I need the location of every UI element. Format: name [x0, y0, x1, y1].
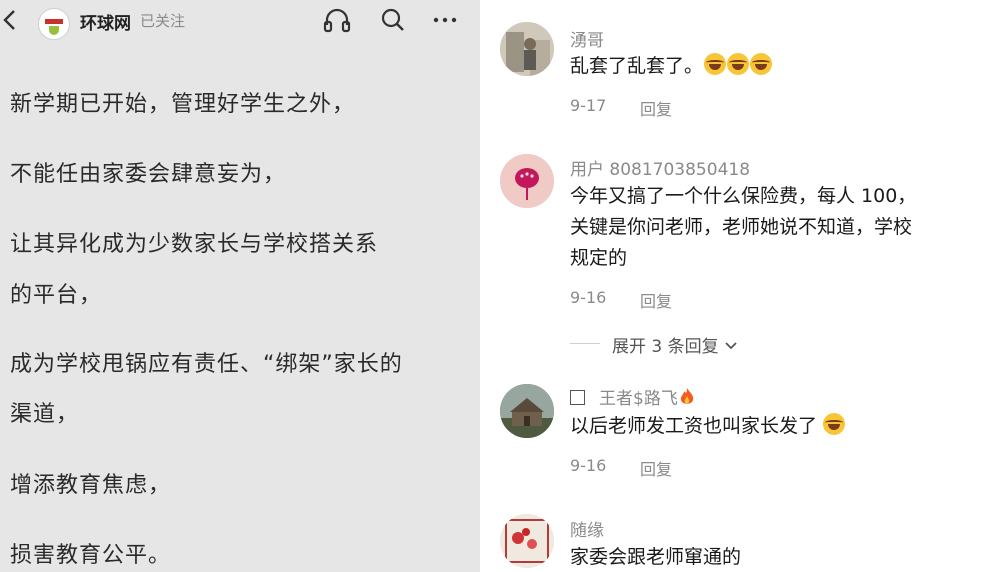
comment-text-content: 以后老师发工资也叫家长发了 — [570, 415, 818, 437]
article-paragraph-line: 增添教育焦虑， — [10, 473, 172, 498]
expand-replies-label: 展开 3 条回复 — [612, 337, 719, 357]
comment-username[interactable]: 王者$路飞 — [570, 384, 696, 409]
back-arrow-icon[interactable] — [0, 6, 22, 34]
headphones-icon[interactable] — [322, 6, 352, 34]
article-top-bar: 环球网 已关注 — [0, 0, 480, 40]
comment-username[interactable]: 用户 8081703850418 — [570, 155, 750, 180]
reply-button[interactable]: 回复 — [640, 456, 672, 480]
user-avatar[interactable] — [500, 154, 554, 208]
laughing-crying-emoji-icon — [823, 413, 846, 435]
article-paragraph-line: 的平台， — [10, 283, 103, 308]
article-panel: 环球网 已关注 新学期已开始，管理好学生之外， 不能任由家委会肆意妄为， 让其异… — [0, 0, 480, 572]
comment-text-line: 规定的 — [570, 247, 628, 269]
user-avatar[interactable] — [500, 384, 554, 438]
comment-username-text: 王者$路飞 — [599, 389, 678, 409]
article-paragraph-line: 损害教育公平。 — [10, 543, 172, 568]
reply-button[interactable]: 回复 — [640, 288, 672, 312]
chevron-down-icon — [725, 342, 737, 350]
source-name[interactable]: 环球网 — [80, 9, 131, 34]
article-paragraph-line: 成为学校甩锅应有责任、“绑架”家长的 — [10, 352, 403, 377]
search-icon[interactable] — [378, 6, 408, 34]
user-avatar[interactable] — [500, 514, 554, 568]
comment-text: 以后老师发工资也叫家长发了 — [570, 412, 846, 441]
source-logo-icon[interactable] — [38, 8, 70, 40]
comment-text-content: 乱套了乱套了。 — [570, 55, 704, 77]
article-paragraph-line: 渠道， — [10, 402, 80, 427]
comment-text: 乱套了乱套了。 — [570, 52, 773, 81]
article-paragraph-line: 让其异化成为少数家长与学校搭关系 — [10, 232, 379, 257]
comment-text: 家委会跟老师窜通的 — [570, 546, 742, 568]
laughing-crying-emoji-icon — [727, 53, 750, 75]
expand-replies-button[interactable]: 展开 3 条回复 — [612, 332, 738, 357]
laughing-crying-emoji-icon — [704, 53, 727, 75]
comments-panel: 湧哥 乱套了乱套了。 9-17 回复 用户 8081703850418 今年又搞… — [480, 0, 1000, 572]
comment-date: 9-16 — [570, 456, 607, 475]
checkbox-icon — [570, 390, 585, 405]
fire-icon — [680, 388, 693, 404]
follow-status-button[interactable]: 已关注 — [140, 10, 185, 31]
user-avatar[interactable] — [500, 22, 554, 76]
comment-date: 9-16 — [570, 288, 607, 307]
reply-button[interactable]: 回复 — [640, 96, 672, 120]
article-paragraph-line: 新学期已开始，管理好学生之外， — [10, 92, 356, 117]
article-paragraph-line: 不能任由家委会肆意妄为， — [10, 162, 287, 187]
divider — [570, 343, 600, 344]
comment-text-line: 关键是你问老师，老师她说不知道，学校 — [570, 216, 913, 238]
comment-username[interactable]: 随缘 — [570, 516, 604, 541]
more-options-icon[interactable] — [430, 6, 460, 34]
laughing-crying-emoji-icon — [750, 53, 773, 75]
comment-text-line: 今年又搞了一个什么保险费，每人 100， — [570, 185, 917, 207]
comment-username[interactable]: 湧哥 — [570, 26, 604, 51]
comment-date: 9-17 — [570, 96, 607, 115]
